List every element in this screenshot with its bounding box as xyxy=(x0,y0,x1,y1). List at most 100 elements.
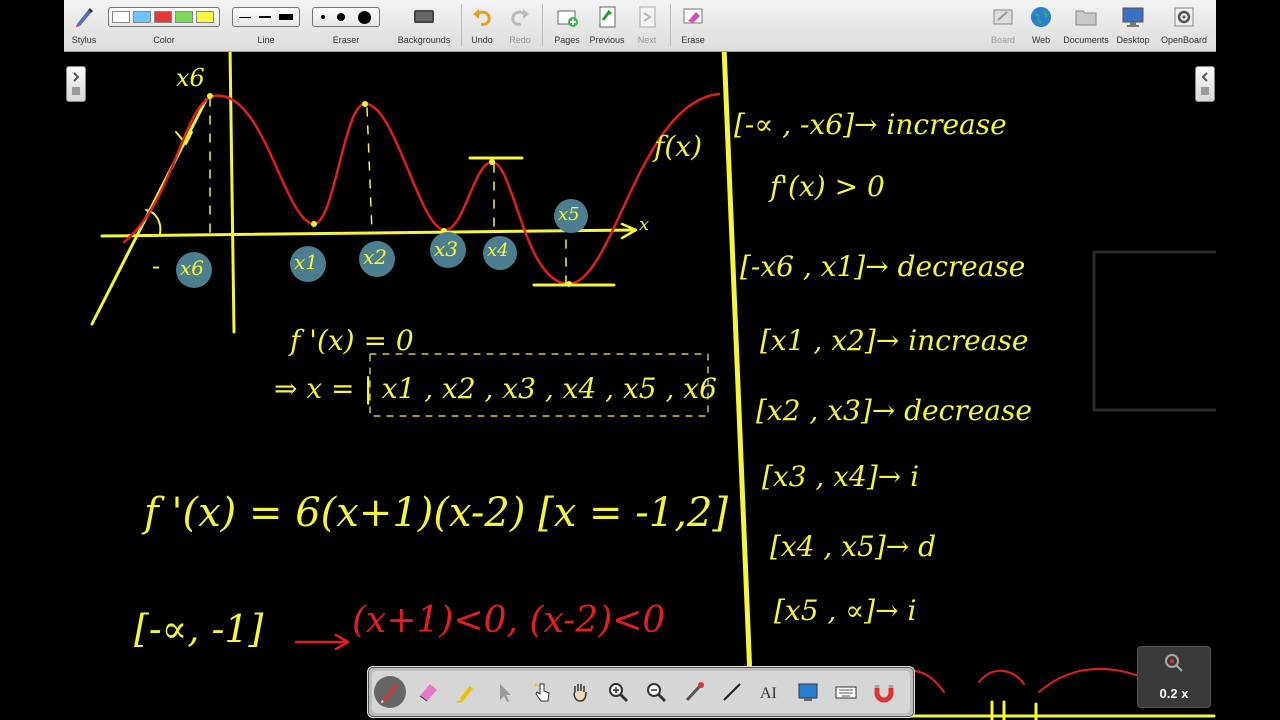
stylus-button[interactable]: Stylus xyxy=(66,0,102,51)
derivative-zero-text: f '(x) = 0 xyxy=(290,324,414,357)
interval-row: [x4 , x5]→ d xyxy=(770,530,936,563)
zoom-out-button[interactable] xyxy=(640,676,672,708)
board-label: Board xyxy=(990,35,1016,45)
color-swatch-green[interactable] xyxy=(175,11,193,23)
erase-board-icon xyxy=(683,8,703,24)
next-page-icon xyxy=(639,6,656,28)
zoom-in-icon xyxy=(609,683,629,703)
color-swatch-yellow[interactable] xyxy=(196,11,214,23)
line-medium-option[interactable] xyxy=(258,16,271,18)
whiteboard-canvas[interactable]: f(x) x x6 - x6 x1 x2 x3 x4 x5 f '(x) = 0… xyxy=(64,52,1216,720)
point-x4: x4 xyxy=(487,240,509,261)
zoom-level-text: 0.2 x xyxy=(1159,686,1189,701)
point-x2: x2 xyxy=(363,245,388,269)
zoom-indicator[interactable]: 0.2 x xyxy=(1137,646,1211,708)
hand-icon xyxy=(573,684,587,702)
stylus-icon xyxy=(76,8,93,27)
line-thick-option[interactable] xyxy=(279,14,294,20)
svg-text:AI: AI xyxy=(760,685,777,702)
left-panel-handle[interactable] xyxy=(66,66,86,102)
erase-board-button[interactable]: Erase xyxy=(676,0,710,51)
undo-label: Undo xyxy=(471,35,493,45)
interval-row: [-x6 , x1]→ decrease xyxy=(740,250,1025,283)
interval-row: [x3 , x4]→ i xyxy=(762,460,919,493)
point-x6: x6 xyxy=(180,256,205,280)
eraser-group: Eraser xyxy=(312,0,380,51)
interval-row: [x1 , x2]→ increase xyxy=(760,324,1028,357)
pen-icon xyxy=(381,684,398,703)
hand-tool-button[interactable] xyxy=(564,676,596,708)
arrow-pointer-icon xyxy=(500,684,511,702)
point-x3: x3 xyxy=(434,237,459,261)
interval-range: [x2 , x3] xyxy=(756,394,872,427)
selector-tool-button[interactable] xyxy=(488,676,520,708)
web-label: Web xyxy=(1031,35,1051,45)
undo-button[interactable]: Undo xyxy=(466,0,498,51)
board-button[interactable]: Board xyxy=(986,0,1020,51)
laser-pointer-button[interactable] xyxy=(678,676,710,708)
board-icon xyxy=(993,9,1013,25)
line-group: Line xyxy=(232,0,300,51)
openboard-label: OpenBoard xyxy=(1160,35,1208,45)
web-button[interactable]: Web xyxy=(1024,0,1058,51)
interval-range: [x1 , x2] xyxy=(760,324,876,357)
interval-row: [x5 , ∝]→ i xyxy=(774,594,916,627)
eraser-large-option[interactable] xyxy=(358,10,372,24)
backgrounds-label: Backgrounds xyxy=(397,35,451,45)
capture-tool-button[interactable] xyxy=(792,676,824,708)
interval-range: f'(x) > 0 xyxy=(770,170,885,203)
interval-result: → increase xyxy=(854,108,1007,141)
eraser-label: Eraser xyxy=(332,35,360,45)
eraser-medium-option[interactable] xyxy=(337,13,346,21)
interact-tool-button[interactable] xyxy=(526,676,558,708)
monitor-icon xyxy=(1122,7,1144,27)
zoom-in-button[interactable] xyxy=(602,676,634,708)
point-x5: x5 xyxy=(558,204,580,225)
eraser-small-option[interactable] xyxy=(320,15,325,19)
line-width-picker xyxy=(232,7,300,27)
openboard-menu-button[interactable]: OpenBoard xyxy=(1156,0,1212,51)
line-thin-option[interactable] xyxy=(238,16,251,18)
magnifier-icon xyxy=(1165,654,1183,672)
redo-button[interactable]: Redo xyxy=(504,0,536,51)
interval-result: → decrease xyxy=(871,394,1032,427)
color-swatch-red[interactable] xyxy=(154,11,172,23)
pages-button[interactable]: Pages xyxy=(550,0,584,51)
color-group: Color xyxy=(108,0,220,51)
interval-range: [-∝ , -x6] xyxy=(734,108,855,141)
red-arrow xyxy=(294,633,350,651)
color-swatch-white[interactable] xyxy=(112,11,130,23)
keyboard-button[interactable] xyxy=(830,676,862,708)
stylus-palette: AI xyxy=(367,666,915,718)
redo-label: Redo xyxy=(509,35,531,45)
next-label: Next xyxy=(637,35,657,45)
line-tool-button[interactable] xyxy=(716,676,748,708)
backgrounds-button[interactable]: Backgrounds xyxy=(394,0,454,51)
gear-icon xyxy=(1174,7,1194,27)
interval-result: → i xyxy=(875,594,917,627)
previous-page-button[interactable]: Previous xyxy=(588,0,626,51)
documents-button[interactable]: Documents xyxy=(1062,0,1110,51)
magnet-button[interactable] xyxy=(868,676,900,708)
highlighter-tool-button[interactable] xyxy=(450,676,482,708)
stylus-label: Stylus xyxy=(71,35,97,45)
globe-icon xyxy=(1031,7,1051,27)
color-swatch-blue[interactable] xyxy=(133,11,151,23)
pages-label: Pages xyxy=(554,35,580,45)
fx-label: f(x) xyxy=(654,130,703,163)
interval-range: [x3 , x4] xyxy=(762,460,878,493)
previous-label: Previous xyxy=(589,35,625,45)
previous-page-icon xyxy=(599,6,616,28)
chevron-left-icon xyxy=(1201,72,1209,95)
text-tool-button[interactable]: AI xyxy=(754,676,786,708)
interval-result: → i xyxy=(877,460,920,493)
desktop-button[interactable]: Desktop xyxy=(1114,0,1152,51)
eraser-icon xyxy=(419,684,437,702)
eraser-tool-button[interactable] xyxy=(412,676,444,708)
right-panel-handle[interactable] xyxy=(1195,66,1215,102)
chevron-right-icon xyxy=(72,72,80,95)
pen-tool-button[interactable] xyxy=(374,676,406,708)
next-page-button[interactable]: Next xyxy=(630,0,664,51)
line-label: Line xyxy=(257,35,275,45)
toolbar-divider xyxy=(461,4,462,46)
